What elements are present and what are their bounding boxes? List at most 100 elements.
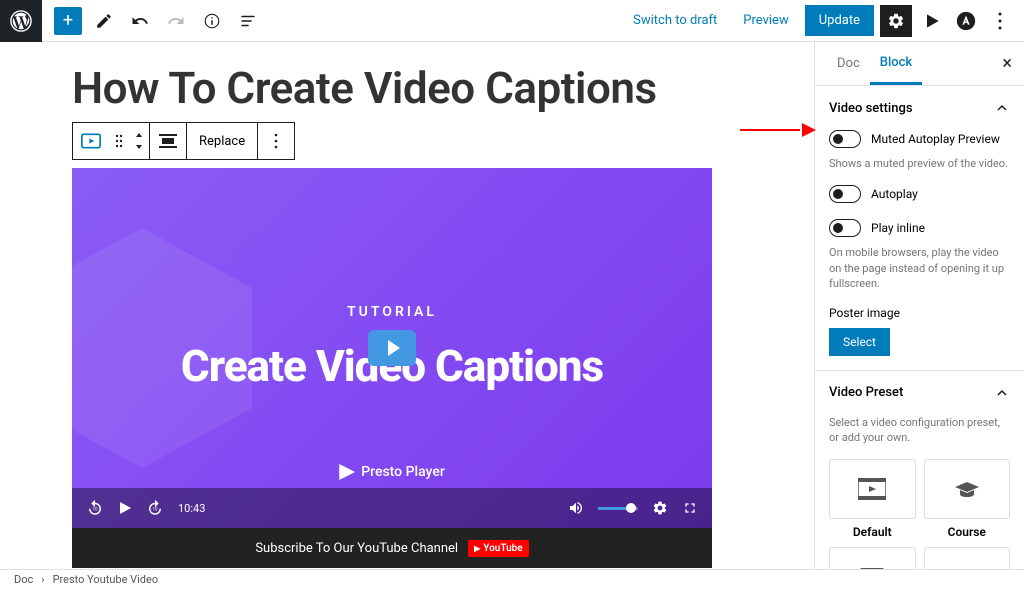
mute-button[interactable] <box>568 500 584 516</box>
preset-default[interactable] <box>829 459 916 519</box>
top-left-tools: + <box>42 7 262 35</box>
settings-sidebar: Doc Block × Video settings Muted Autopla… <box>814 42 1024 569</box>
video-block[interactable]: TUTORIAL Create Video Captions Presto Pl… <box>72 168 712 568</box>
tab-block[interactable]: Block <box>870 43 922 85</box>
fullscreen-icon <box>682 500 698 516</box>
tab-doc[interactable]: Doc <box>827 44 870 83</box>
settings-button[interactable] <box>880 5 912 37</box>
forward-button[interactable]: 10 <box>146 499 164 517</box>
video-settings-header[interactable]: Video settings <box>829 100 1010 116</box>
kebab-icon <box>274 133 278 149</box>
gear-icon <box>652 500 668 516</box>
preset-grid: Default Course <box>829 459 1010 569</box>
fullscreen-button[interactable] <box>682 500 698 516</box>
volume-slider[interactable] <box>598 507 638 510</box>
breadcrumb: Doc › Presto Youtube Video <box>0 569 1024 589</box>
filmstrip-icon <box>858 478 886 500</box>
presto-plugin-button[interactable] <box>918 7 946 35</box>
sidebar-tabs: Doc Block × <box>815 42 1024 86</box>
forward-icon: 10 <box>146 499 164 517</box>
preset-3[interactable] <box>829 547 916 569</box>
preset-course[interactable] <box>924 459 1011 519</box>
play-overlay-button[interactable] <box>368 330 416 366</box>
update-button[interactable]: Update <box>805 5 874 36</box>
breadcrumb-current[interactable]: Presto Youtube Video <box>53 573 159 586</box>
switch-to-draft-button[interactable]: Switch to draft <box>623 7 727 34</box>
plugin-button[interactable] <box>952 7 980 35</box>
preset-help: Select a video configuration preset, or … <box>829 415 1010 446</box>
play-inline-toggle[interactable] <box>829 219 861 237</box>
video-settings-panel: Video settings Muted Autoplay Preview Sh… <box>815 86 1024 371</box>
preset-4[interactable] <box>924 547 1011 569</box>
top-bar: + Switch to draft Preview Update <box>0 0 1024 42</box>
muted-autoplay-toggle[interactable] <box>829 130 861 148</box>
info-icon <box>203 12 221 30</box>
wordpress-logo[interactable] <box>0 0 42 42</box>
top-right-actions: Switch to draft Preview Update <box>623 5 1024 37</box>
breadcrumb-separator: › <box>41 573 44 586</box>
play-inline-label: Play inline <box>871 221 925 235</box>
video-poster: TUTORIAL Create Video Captions Presto Pl… <box>72 168 712 528</box>
autoplay-toggle[interactable] <box>829 185 861 203</box>
video-preset-header[interactable]: Video Preset <box>829 385 1010 401</box>
svg-text:10: 10 <box>92 506 98 512</box>
block-more-button[interactable] <box>258 123 294 159</box>
poster-brand: Presto Player <box>339 464 445 480</box>
block-toolbar: Replace <box>72 122 295 160</box>
pencil-icon <box>95 12 113 30</box>
move-icon <box>134 131 144 151</box>
play-icon <box>118 501 132 515</box>
more-options-button[interactable] <box>986 7 1014 35</box>
main-layout: How To Create Video Captions Replace TUT… <box>0 42 1024 569</box>
muted-autoplay-help: Shows a muted preview of the video. <box>829 156 1010 171</box>
breadcrumb-root[interactable]: Doc <box>14 573 33 586</box>
align-button[interactable] <box>150 123 186 159</box>
chevron-up-icon <box>994 100 1010 116</box>
info-button[interactable] <box>198 7 226 35</box>
presto-logo-icon <box>339 464 355 480</box>
editor-canvas: How To Create Video Captions Replace TUT… <box>0 42 814 569</box>
outline-button[interactable] <box>234 7 262 35</box>
rewind-button[interactable]: 10 <box>86 499 104 517</box>
page-title[interactable]: How To Create Video Captions <box>72 62 742 114</box>
close-sidebar-button[interactable]: × <box>1002 53 1012 74</box>
panel-title: Video Preset <box>829 385 903 400</box>
redo-button[interactable] <box>162 7 190 35</box>
preset-default-label: Default <box>829 525 916 539</box>
play-button[interactable] <box>118 501 132 515</box>
scrollbar[interactable] <box>814 42 815 182</box>
gear-icon <box>887 12 905 30</box>
subscribe-text: Subscribe To Our YouTube Channel <box>255 541 458 556</box>
preview-button[interactable]: Preview <box>733 7 798 34</box>
poster-image-label: Poster image <box>829 306 1010 320</box>
video-block-icon <box>81 133 101 149</box>
align-icon <box>159 134 177 148</box>
undo-button[interactable] <box>126 7 154 35</box>
block-type-button[interactable] <box>73 123 109 159</box>
circle-a-icon <box>955 10 977 32</box>
redo-icon <box>167 12 185 30</box>
video-preset-panel: Video Preset Select a video configuratio… <box>815 371 1024 569</box>
add-block-button[interactable]: + <box>54 7 82 35</box>
panel-title: Video settings <box>829 101 913 116</box>
kebab-icon <box>998 12 1002 30</box>
rewind-icon: 10 <box>86 499 104 517</box>
wordpress-icon <box>10 10 32 32</box>
list-icon <box>239 12 257 30</box>
presto-icon <box>922 11 942 31</box>
video-settings-button[interactable] <box>652 500 668 516</box>
edit-mode-button[interactable] <box>90 7 118 35</box>
move-buttons[interactable] <box>129 123 149 159</box>
autoplay-label: Autoplay <box>871 187 918 201</box>
preset-course-label: Course <box>924 525 1011 539</box>
select-poster-button[interactable]: Select <box>829 328 890 356</box>
drag-handle[interactable] <box>109 123 129 159</box>
replace-button[interactable]: Replace <box>187 123 257 159</box>
youtube-badge[interactable]: YouTube <box>468 540 529 557</box>
undo-icon <box>131 12 149 30</box>
svg-text:10: 10 <box>152 506 158 512</box>
poster-brand-label: Presto Player <box>361 464 445 480</box>
muted-autoplay-label: Muted Autoplay Preview <box>871 132 1000 146</box>
play-inline-help: On mobile browsers, play the video on th… <box>829 245 1010 291</box>
video-controls: 10 10 10:43 <box>72 488 712 528</box>
